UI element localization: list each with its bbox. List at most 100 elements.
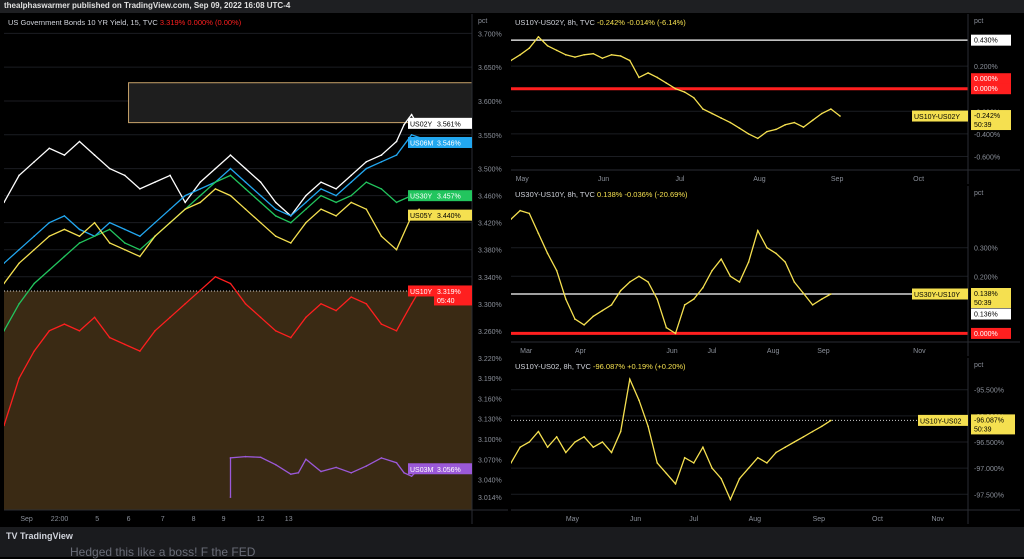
series-point-US10Y-US02Y-11 [610,54,613,56]
chart-title-text: US Government Bonds 10 YR Yield, 15, TVC [8,18,160,27]
series-point-US30Y-US10Y-8 [583,324,585,326]
series-point-US30Y-US10Y-5 [555,269,558,272]
x-tick-label-6: Nov [913,348,926,355]
label-series-value-text-0: -96.087% [974,417,1004,424]
series-point-US05Y-8 [123,248,126,251]
series-point-US10Y-US02-32 [802,435,805,438]
series-point-US30Y-US10Y-12 [619,289,622,292]
y-tick-label-1: 0.200% [974,274,998,281]
series-point-US30Y-US10Y-11 [610,304,613,306]
series-point-US05Y-24 [365,208,368,210]
series-point-US10Y-US02Y-26 [747,133,750,135]
series-point-US06MY-16 [244,181,247,183]
y-axis-unit: pct [974,18,983,25]
series-point-US30Y-17 [259,201,262,204]
y-tick-label-10: 3.260% [478,329,502,336]
series-point-US10Y-7 [108,336,111,339]
fill-below-zone [4,290,472,510]
chart-pane-10y-02[interactable]: pct-95.500%-96.000%-96.500%-97.000%-97.5… [511,358,1020,524]
chart-pane-10y-2y[interactable]: pct0.200%0.000%-0.200%-0.400%-0.600%MayJ… [511,14,1020,184]
series-point-US06MY-4 [63,215,66,217]
y-tick-label-15: 3.100% [478,437,502,444]
series-point-US30Y-US10Y-24 [729,275,732,278]
series-point-US30Y-16 [244,188,247,190]
series-point-US10Y-US02-15 [647,425,649,428]
chart-title-value: 3.319% [160,18,188,27]
chart-title-change: -0.036% (-20.69%) [625,190,688,199]
series-point-US05Y-19 [290,242,292,244]
series-point-US10Y-US02-20 [693,462,695,464]
series-point-US02Y-26 [395,140,398,143]
x-tick-label-4: Sep [831,176,844,183]
series-point-US03MY-0 [229,496,232,498]
series-point-US10Y-US02Y-13 [629,59,631,62]
series-point-US30Y-7 [108,228,111,231]
series-point-US10Y-US02-6 [565,451,567,454]
series-point-US10Y-US02Y-18 [674,87,677,90]
chart-pane-30y-10y[interactable]: pct 0.300% 0.200% 0.000% Mar Apr Jun Jul Aug Sep N… [511,186,1020,356]
chart-pane-yields[interactable]: pct 3.700% 3.650% 3.600% 3.550% 3.500% 3.460% 3… [4,14,508,524]
label-US30Y-value: 3.457% [437,194,461,201]
y-axis-unit: pct [974,190,983,197]
label-series-value-text-0: -0.242% [974,113,1000,120]
series-point-US10Y-US02-27 [756,456,759,459]
series-point-US10Y-US02Y-6 [565,54,567,56]
chart-title-text: US30Y-US10Y, 8h, TVC [515,190,597,199]
x-tick-label-0: Sep [20,516,33,523]
label-series-value-text-1: 50:39 [974,426,992,433]
x-tick-label-2: Jul [689,516,698,523]
series-point-US10Y-3 [48,330,51,332]
x-tick-label-6: Nov [931,516,944,523]
series-point-US02Y-18 [274,201,277,204]
series-point-US10Y-US02Y-10 [601,57,604,60]
series-point-US02Y-22 [335,188,337,190]
series-point-US10Y-US02Y-27 [756,137,759,140]
series-point-US10Y-US02-1 [519,446,521,449]
label-US05Y-name: US05Y [410,213,433,220]
series-point-US30Y-US10Y-33 [811,304,814,306]
series-point-US02Y-9 [139,188,141,190]
series-point-US02Y-12 [184,201,186,204]
series-point-US03MY-9 [335,466,337,469]
series-point-US30Y-3 [48,269,51,271]
series-point-US30Y-21 [320,194,322,197]
series-point-US03MY-12 [380,457,383,459]
series-point-US05Y-12 [184,208,186,210]
chart-title-value: -0.242% [597,18,627,27]
series-point-US05Y-2 [33,248,35,251]
label-series-value-text-1: 50:39 [974,300,992,307]
series-point-US30Y-US10Y-20 [693,298,695,300]
y-tick-label-17: 3.040% [478,478,502,485]
y-tick-label-5: 3.460% [478,194,502,201]
tradingview-logo[interactable]: TV TradingView [6,531,73,541]
series-point-US05Y-6 [93,221,96,224]
y-tick-label-6: 3.420% [478,221,502,228]
y-tick-label-0: -95.500% [974,388,1004,395]
series-point-US10Y-US02Y-9 [592,52,595,55]
series-point-US06MY-27 [410,133,413,136]
y-tick-label-11: 3.220% [478,356,502,363]
series-point-US02Y-20 [305,194,307,197]
label-US30Y-name: US30Y [410,194,433,201]
series-point-US10Y-US02Y-4 [546,45,549,47]
series-point-US03MY-11 [365,465,368,467]
series-point-US10Y-US02Y-5 [555,49,558,52]
series-point-US03MY-14 [403,472,405,474]
series-point-US06MY-19 [290,215,292,217]
y-tick-label-16: 3.070% [478,457,502,464]
series-point-US06MY-1 [18,248,20,251]
series-point-US10Y-22 [335,309,337,312]
series-point-US30Y-US10Y-6 [565,298,567,300]
y-tick-label-0: 3.700% [478,31,502,38]
highlight-box [128,82,473,124]
series-point-US10Y-US02Y-7 [574,56,576,58]
chart-title-change: -0.014% (-6.14%) [627,18,686,27]
label-hline-red-upper-text-0: 0.000% [974,76,998,83]
series-point-US10Y-US02Y-2 [528,47,531,49]
series-point-US10Y-12 [184,303,186,305]
label-extra-text-0: 0.136% [974,312,998,319]
label-hline-red-text-0: 0.000% [974,86,998,93]
series-point-US02Y-15 [229,154,232,156]
series-point-US10Y-US02-21 [702,446,704,449]
series-point-US10Y-US02Y-31 [793,121,796,124]
